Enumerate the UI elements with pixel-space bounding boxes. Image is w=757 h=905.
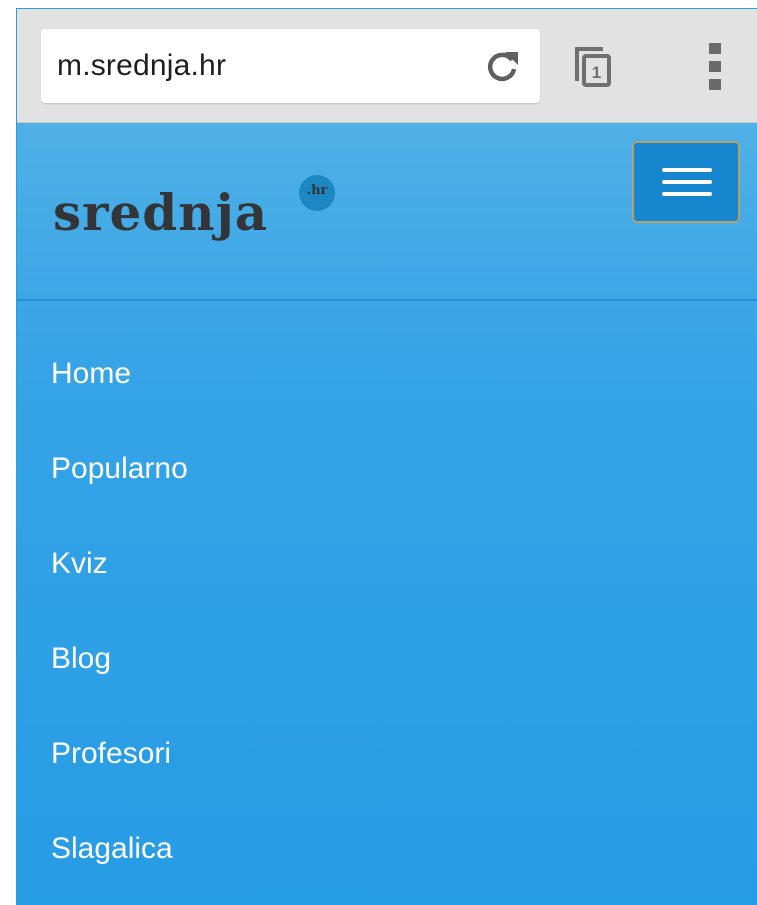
reload-icon[interactable] bbox=[485, 49, 519, 83]
address-bar[interactable]: m.srednja.hr bbox=[41, 29, 540, 103]
nav-item-profesori[interactable]: Profesori bbox=[17, 681, 757, 776]
hamburger-menu-icon bbox=[662, 168, 712, 172]
nav-item-blog[interactable]: Blog bbox=[17, 586, 757, 681]
nav-item-label: Home bbox=[51, 357, 132, 390]
site-logo[interactable]: srednja .hr bbox=[53, 173, 343, 253]
tab-count: 1 bbox=[592, 63, 601, 82]
nav-item-label: Slagalica bbox=[51, 832, 173, 865]
nav-item-label: Blog bbox=[51, 642, 112, 675]
site-page: srednja .hr Home Popularno Kviz Blog Pro… bbox=[17, 123, 757, 905]
logo-badge: .hr bbox=[299, 175, 335, 211]
logo-text: srednja bbox=[53, 183, 269, 242]
hamburger-menu-button[interactable] bbox=[632, 141, 740, 223]
nav-item-kviz[interactable]: Kviz bbox=[17, 491, 757, 586]
nav-item-label: Profesori bbox=[51, 737, 172, 770]
site-header: srednja .hr bbox=[17, 123, 757, 301]
nav-item-label: Kviz bbox=[51, 547, 108, 580]
main-nav: Home Popularno Kviz Blog Profesori Slaga… bbox=[17, 301, 757, 871]
tabs-icon[interactable]: 1 bbox=[573, 45, 613, 89]
nav-item-label: Popularno bbox=[51, 452, 188, 485]
nav-item-popularno[interactable]: Popularno bbox=[17, 396, 757, 491]
url-text[interactable]: m.srednja.hr bbox=[57, 49, 226, 83]
nav-item-slagalica[interactable]: Slagalica bbox=[17, 776, 757, 871]
browser-window: m.srednja.hr 1 srednja .hr Home Popularn… bbox=[16, 8, 757, 905]
browser-toolbar: m.srednja.hr 1 bbox=[17, 9, 757, 123]
menu-dots-icon[interactable] bbox=[707, 41, 723, 93]
logo-badge-text: .hr bbox=[306, 183, 328, 198]
hamburger-bar bbox=[662, 192, 712, 196]
hamburger-bar bbox=[662, 180, 712, 184]
nav-item-home[interactable]: Home bbox=[17, 301, 757, 396]
